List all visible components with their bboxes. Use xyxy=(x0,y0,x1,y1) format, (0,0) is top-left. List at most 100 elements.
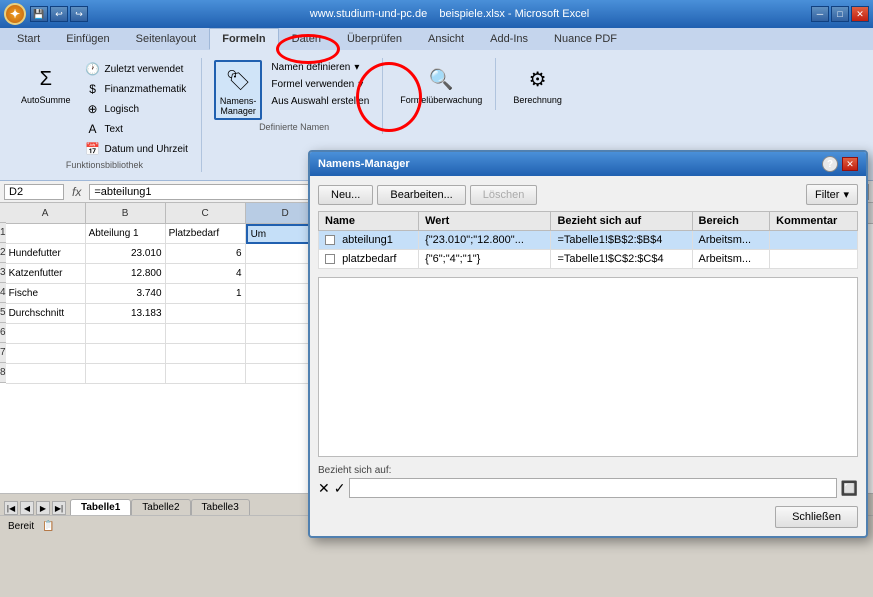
dialog-close-title-btn[interactable]: ✕ xyxy=(842,157,858,171)
cell-b8[interactable] xyxy=(86,364,166,384)
cell-c3[interactable]: 4 xyxy=(166,264,246,284)
sheet-nav-prev[interactable]: ◀ xyxy=(20,501,34,515)
cell-c4[interactable]: 1 xyxy=(166,284,246,304)
refers-to-label: Bezieht sich auf: xyxy=(318,465,858,476)
tab-daten[interactable]: Daten xyxy=(279,28,334,50)
quick-save-btn[interactable]: 💾 xyxy=(30,6,48,22)
cell-c2[interactable]: 6 xyxy=(166,244,246,264)
cell-c5[interactable] xyxy=(166,304,246,324)
maximize-btn[interactable]: □ xyxy=(831,6,849,22)
clock-icon: 🕐 xyxy=(85,62,101,76)
namen-group-label: Definierte Namen xyxy=(259,122,329,132)
cell-b4[interactable]: 3.740 xyxy=(86,284,166,304)
ribbon-tab-bar: Start Einfügen Seitenlayout Formeln Date… xyxy=(0,28,873,50)
cell-a2[interactable]: Hundefutter xyxy=(6,244,86,264)
tab-nuance[interactable]: Nuance PDF xyxy=(541,28,630,50)
dialog-btn-row: Schließen xyxy=(318,506,858,528)
col-header-kommentar: Kommentar xyxy=(770,212,858,231)
fx-label: fx xyxy=(68,185,85,199)
office-button[interactable]: ✦ xyxy=(4,3,26,25)
undo-btn[interactable]: ↩ xyxy=(50,6,68,22)
cell-c6[interactable] xyxy=(166,324,246,344)
zuletzt-btn[interactable]: 🕐 Zuletzt verwendet xyxy=(80,60,193,78)
value-cell-abteilung: {"23.010";"12.800"... xyxy=(419,231,551,250)
logisch-icon: ⊕ xyxy=(85,102,101,116)
sheet-nav-last[interactable]: ▶| xyxy=(52,501,66,515)
sheet-tab-3[interactable]: Tabelle3 xyxy=(191,499,250,515)
datum-btn[interactable]: 📅 Datum und Uhrzeit xyxy=(80,140,193,158)
filter-btn[interactable]: Filter ▾ xyxy=(806,184,858,205)
calendar-icon: 📅 xyxy=(85,142,101,156)
cell-c1[interactable]: Platzbedarf xyxy=(166,224,246,244)
formel-label: Formelüberwachung xyxy=(400,95,482,105)
namens-manager-dialog: Namens-Manager ? ✕ Neu... Bearbeiten... … xyxy=(308,150,868,538)
cell-a7[interactable] xyxy=(6,344,86,364)
namen-definieren-btn[interactable]: Namen definieren▾ xyxy=(266,60,374,75)
cell-a6[interactable] xyxy=(6,324,86,344)
text-btn[interactable]: A Text xyxy=(80,120,193,138)
cell-a8[interactable] xyxy=(6,364,86,384)
formel-verwenden-btn[interactable]: Formel verwenden▾ xyxy=(266,77,374,92)
tab-ansicht[interactable]: Ansicht xyxy=(415,28,477,50)
cell-a5[interactable]: Durchschnitt xyxy=(6,304,86,324)
sheet-nav-first[interactable]: |◀ xyxy=(4,501,18,515)
scope-cell-abteilung: Arbeitsm... xyxy=(692,231,770,250)
cell-b3[interactable]: 12.800 xyxy=(86,264,166,284)
cell-b7[interactable] xyxy=(86,344,166,364)
tab-ueberprufen[interactable]: Überprüfen xyxy=(334,28,415,50)
cell-reference-box[interactable] xyxy=(4,184,64,200)
formelueberwachung-btn[interactable]: 🔍 Formelüberwachung xyxy=(395,60,487,108)
tab-formeln[interactable]: Formeln xyxy=(209,28,278,50)
autosum-btn[interactable]: Σ AutoSumme xyxy=(16,60,76,108)
cell-a4[interactable]: Fische xyxy=(6,284,86,304)
redo-btn[interactable]: ↪ xyxy=(70,6,88,22)
namens-manager-btn[interactable]: 🏷 Namens-Manager xyxy=(214,60,263,120)
edit-name-btn[interactable]: Bearbeiten... xyxy=(377,185,465,205)
dialog-help-btn[interactable]: ? xyxy=(822,156,838,172)
col-header-a[interactable]: A xyxy=(6,203,86,223)
cell-c8[interactable] xyxy=(166,364,246,384)
cell-b6[interactable] xyxy=(86,324,166,344)
comment-cell-abteilung xyxy=(770,231,858,250)
cell-a1[interactable] xyxy=(6,224,86,244)
ribbon-group-inner-funkt: Σ AutoSumme 🕐 Zuletzt verwendet $ Finanz… xyxy=(16,60,193,158)
minimize-btn[interactable]: ─ xyxy=(811,6,829,22)
berechnung-btn[interactable]: ⚙ Berechnung xyxy=(508,60,567,108)
sheet-tab-1[interactable]: Tabelle1 xyxy=(70,499,131,515)
namen-small-group: Namen definieren▾ Formel verwenden▾ Aus … xyxy=(266,60,374,109)
cancel-refers-icon[interactable]: ✕ xyxy=(318,480,330,497)
col-header-b[interactable]: B xyxy=(86,203,166,223)
function-small-group: 🕐 Zuletzt verwendet $ Finanzmathematik ⊕… xyxy=(80,60,193,158)
cell-b5[interactable]: 13.183 xyxy=(86,304,166,324)
status-text: Bereit xyxy=(8,521,34,532)
cell-b2[interactable]: 23.010 xyxy=(86,244,166,264)
tab-einfuegen[interactable]: Einfügen xyxy=(53,28,122,50)
close-btn[interactable]: ✕ xyxy=(851,6,869,22)
status-indicator: 📋 xyxy=(42,521,54,532)
close-dialog-btn[interactable]: Schließen xyxy=(775,506,858,528)
cell-a3[interactable]: Katzenfutter xyxy=(6,264,86,284)
names-row-platzbedarf[interactable]: platzbedarf {"6";"4";"1"} =Tabelle1!$C$2… xyxy=(319,250,858,269)
title-bar-left: ✦ 💾 ↩ ↪ xyxy=(4,3,88,25)
new-name-btn[interactable]: Neu... xyxy=(318,185,373,205)
tab-seitenlayout[interactable]: Seitenlayout xyxy=(123,28,210,50)
sheet-nav-next[interactable]: ▶ xyxy=(36,501,50,515)
logisch-btn[interactable]: ⊕ Logisch xyxy=(80,100,193,118)
sheet-tab-2[interactable]: Tabelle2 xyxy=(131,499,190,515)
autosum-label: AutoSumme xyxy=(21,95,71,105)
collapse-dialog-icon[interactable]: 🔲 xyxy=(841,480,858,497)
finanz-btn[interactable]: $ Finanzmathematik xyxy=(80,80,193,98)
names-row-abteilung[interactable]: abteilung1 {"23.010";"12.800"... =Tabell… xyxy=(319,231,858,250)
dialog-body: Neu... Bearbeiten... Löschen Filter ▾ Na… xyxy=(310,176,866,536)
aus-auswahl-btn[interactable]: Aus Auswahl erstellen xyxy=(266,94,374,109)
delete-name-btn[interactable]: Löschen xyxy=(470,185,538,205)
dialog-toolbar: Neu... Bearbeiten... Löschen Filter ▾ xyxy=(318,184,858,205)
cell-c7[interactable] xyxy=(166,344,246,364)
cell-b1[interactable]: Abteilung 1 xyxy=(86,224,166,244)
col-header-c[interactable]: C xyxy=(166,203,246,223)
ribbon-group-namen: 🏷 Namens-Manager Namen definieren▾ Forme… xyxy=(210,58,383,134)
confirm-refers-icon[interactable]: ✓ xyxy=(334,480,346,497)
tab-addins[interactable]: Add-Ins xyxy=(477,28,541,50)
tab-start[interactable]: Start xyxy=(4,28,53,50)
refers-to-input[interactable] xyxy=(349,478,836,498)
